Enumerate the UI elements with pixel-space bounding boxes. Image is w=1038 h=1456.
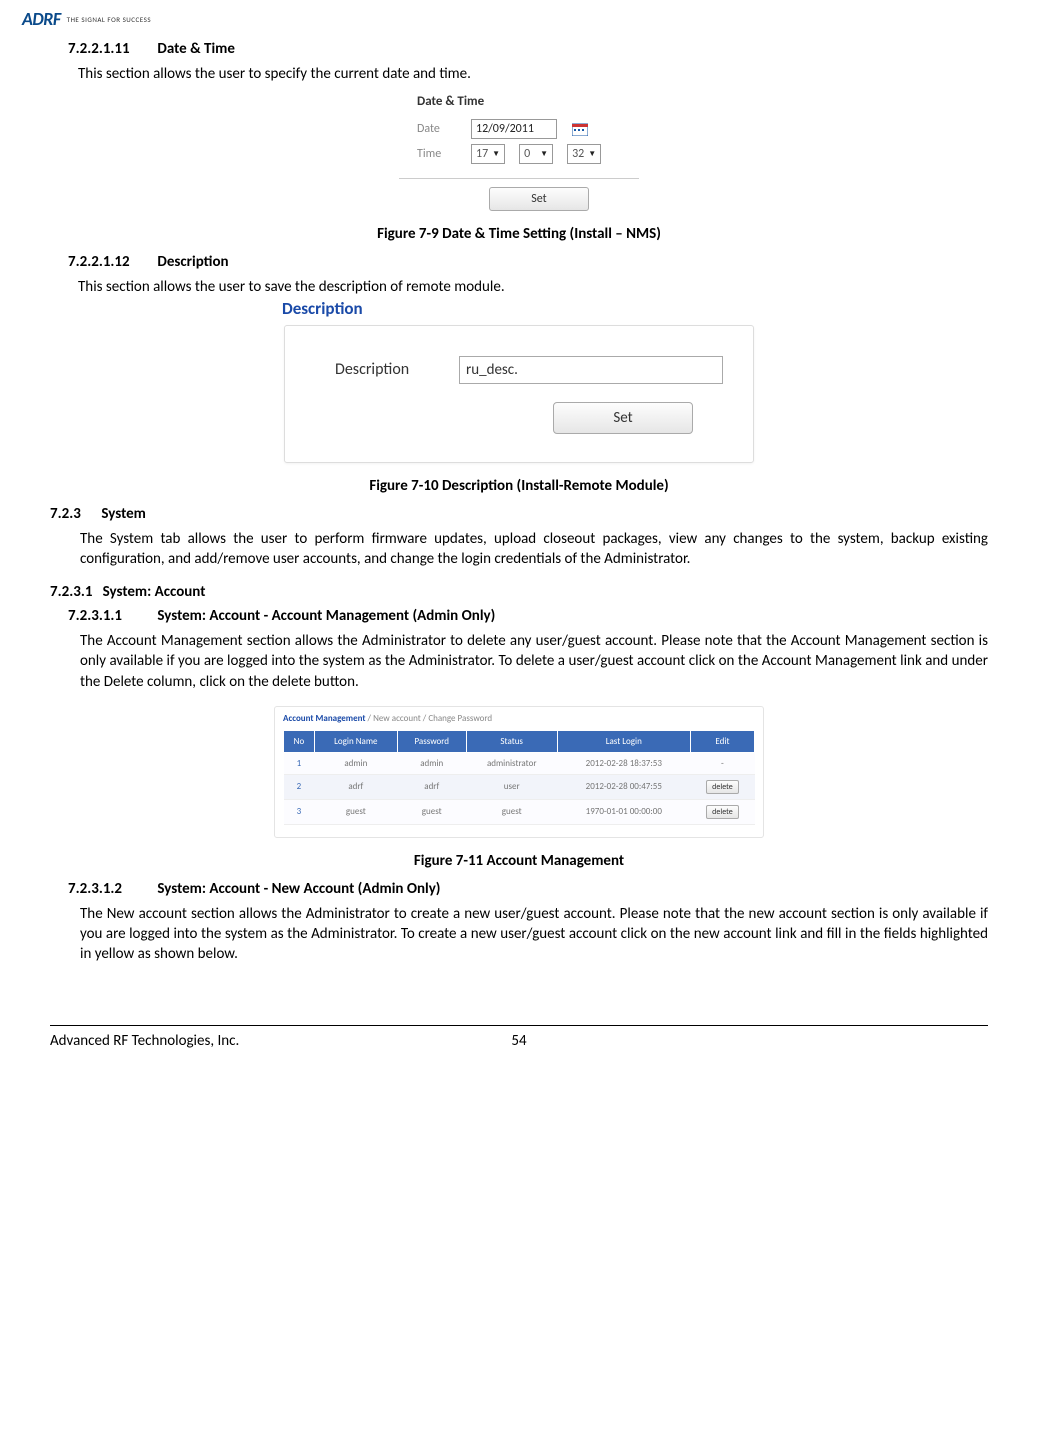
- table-row: 3guestguestguest1970-01-01 00:00:00delet…: [284, 799, 755, 824]
- body-date-time: This section allows the user to specify …: [78, 64, 988, 84]
- set-button[interactable]: Set: [553, 402, 693, 434]
- section-number: 7.2.2.1.12: [68, 253, 154, 271]
- cell-status: guest: [466, 799, 557, 824]
- section-title: System: Account: [103, 583, 206, 601]
- description-label: Description: [335, 360, 445, 379]
- section-number: 7.2.3.1.2: [68, 880, 154, 898]
- second-select[interactable]: 32▼: [567, 144, 601, 164]
- col-last-login: Last Login: [557, 730, 690, 752]
- section-title: Date & Time: [157, 40, 235, 58]
- figure-caption-7-11: Figure 7-11 Account Management: [50, 852, 988, 870]
- cell-login: adrf: [314, 774, 397, 799]
- description-panel: Description ru_desc. Set: [284, 325, 754, 463]
- col-edit: Edit: [690, 730, 754, 752]
- body-new-account: The New account section allows the Admin…: [80, 904, 988, 965]
- footer-page-number: 54: [511, 1032, 526, 1050]
- account-management-panel: Account Management / New account / Chang…: [274, 706, 764, 838]
- description-panel-heading: Description: [282, 298, 754, 319]
- heading-system-account: 7.2.3.1 System: Account: [50, 583, 988, 601]
- cell-edit: delete: [690, 799, 754, 824]
- cell-no: 2: [284, 774, 315, 799]
- cell-login: guest: [314, 799, 397, 824]
- section-title: System: Account - Account Management (Ad…: [157, 607, 495, 625]
- delete-button[interactable]: delete: [706, 805, 739, 819]
- brand-tagline: THE SIGNAL FOR SUCCESS: [67, 15, 151, 24]
- col-password: Password: [397, 730, 466, 752]
- body-system: The System tab allows the user to perfor…: [80, 529, 988, 570]
- section-title: Description: [157, 253, 228, 271]
- breadcrumb: Account Management / New account / Chang…: [283, 713, 755, 724]
- cell-edit: delete: [690, 774, 754, 799]
- cell-last: 1970-01-01 00:00:00: [557, 799, 690, 824]
- cell-last: 2012-02-28 18:37:53: [557, 752, 690, 774]
- table-row: 1adminadminadministrator2012-02-28 18:37…: [284, 752, 755, 774]
- heading-description: 7.2.2.1.12 Description: [68, 253, 988, 271]
- breadcrumb-item[interactable]: New account: [373, 713, 421, 724]
- brand-logo: ADRF: [22, 8, 61, 30]
- footer-company: Advanced RF Technologies, Inc.: [50, 1032, 511, 1050]
- set-button[interactable]: Set: [489, 187, 589, 211]
- chevron-down-icon: ▼: [588, 149, 596, 159]
- figure-caption-7-9: Figure 7-9 Date & Time Setting (Install …: [50, 225, 988, 243]
- section-title: System: [101, 505, 145, 523]
- heading-system: 7.2.3 System: [50, 505, 988, 523]
- col-login: Login Name: [314, 730, 397, 752]
- date-time-panel-title: Date & Time: [417, 94, 639, 109]
- table-row: 2adrfadrfuser2012-02-28 00:47:55delete: [284, 774, 755, 799]
- description-input[interactable]: ru_desc.: [459, 356, 723, 384]
- cell-no: 3: [284, 799, 315, 824]
- page-footer: Advanced RF Technologies, Inc. 54: [50, 1025, 988, 1050]
- breadcrumb-active[interactable]: Account Management: [283, 713, 366, 724]
- hour-select[interactable]: 17▼: [471, 144, 505, 164]
- table-header-row: No Login Name Password Status Last Login…: [284, 730, 755, 752]
- cell-last: 2012-02-28 00:47:55: [557, 774, 690, 799]
- section-number: 7.2.3.1: [50, 583, 92, 601]
- chevron-down-icon: ▼: [492, 149, 500, 159]
- heading-account-management: 7.2.3.1.1 System: Account - Account Mana…: [68, 607, 988, 625]
- col-status: Status: [466, 730, 557, 752]
- date-label: Date: [417, 122, 457, 136]
- calendar-icon[interactable]: [571, 121, 589, 137]
- col-no: No: [284, 730, 315, 752]
- section-number: 7.2.3.1.1: [68, 607, 154, 625]
- body-description: This section allows the user to save the…: [78, 277, 988, 297]
- cell-status: user: [466, 774, 557, 799]
- figure-caption-7-10: Figure 7-10 Description (Install-Remote …: [50, 477, 988, 495]
- section-title: System: Account - New Account (Admin Onl…: [157, 880, 440, 898]
- body-account-management: The Account Management section allows th…: [80, 631, 988, 692]
- section-number: 7.2.2.1.11: [68, 40, 154, 58]
- cell-no: 1: [284, 752, 315, 774]
- minute-select[interactable]: 0▼: [519, 144, 553, 164]
- heading-new-account: 7.2.3.1.2 System: Account - New Account …: [68, 880, 988, 898]
- section-number: 7.2.3: [50, 505, 98, 523]
- date-input[interactable]: 12/09/2011: [471, 119, 557, 139]
- cell-pw: admin: [397, 752, 466, 774]
- chevron-down-icon: ▼: [540, 149, 548, 159]
- delete-button[interactable]: delete: [706, 780, 739, 794]
- cell-edit: -: [690, 752, 754, 774]
- cell-pw: guest: [397, 799, 466, 824]
- account-table: No Login Name Password Status Last Login…: [283, 730, 755, 825]
- brand-header: ADRF THE SIGNAL FOR SUCCESS: [22, 8, 988, 30]
- heading-date-time: 7.2.2.1.11 Date & Time: [68, 40, 988, 58]
- date-time-panel: Date & Time Date 12/09/2011 Time 17▼ 0▼ …: [399, 94, 639, 211]
- cell-status: administrator: [466, 752, 557, 774]
- time-label: Time: [417, 147, 457, 161]
- cell-pw: adrf: [397, 774, 466, 799]
- breadcrumb-item[interactable]: Change Password: [428, 713, 492, 724]
- cell-login: admin: [314, 752, 397, 774]
